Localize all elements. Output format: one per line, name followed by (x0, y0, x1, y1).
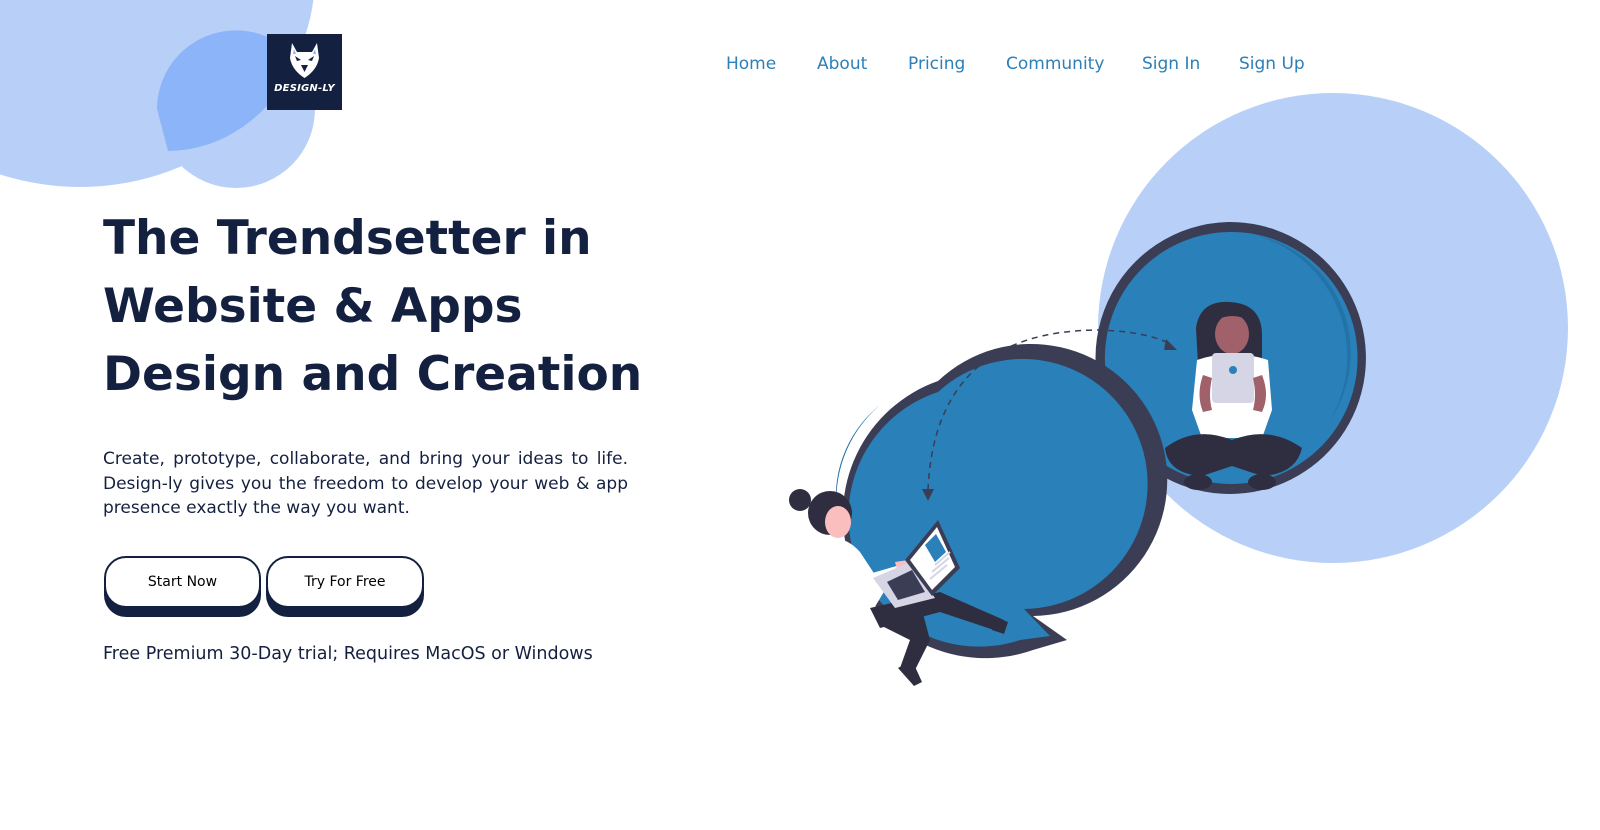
hero-title-line-3: Design and Creation (103, 347, 643, 402)
nav-home-link[interactable]: Home (726, 54, 776, 74)
trial-note: Free Premium 30-Day trial; Requires MacO… (103, 644, 593, 664)
nav-sign-in-link[interactable]: Sign In (1142, 54, 1200, 74)
people-chatting-illustration (789, 221, 1366, 686)
try-for-free-button[interactable]: Try For Free (266, 556, 424, 608)
nav-community-link[interactable]: Community (1006, 54, 1104, 74)
hero-title-line-2: Website & Apps (103, 279, 523, 334)
hero-title: The Trendsetter in Website & Apps Design… (103, 205, 743, 409)
main-navigation: Home About Pricing Community Sign In Sig… (0, 54, 1600, 80)
logo-wordmark: DESIGN-LY (274, 83, 335, 94)
start-now-button[interactable]: Start Now (104, 556, 261, 608)
nav-about-link[interactable]: About (817, 54, 867, 74)
nav-pricing-link[interactable]: Pricing (908, 54, 965, 74)
nav-sign-up-link[interactable]: Sign Up (1239, 54, 1305, 74)
hero-title-line-1: The Trendsetter in (103, 211, 592, 266)
hero-description: Create, prototype, collaborate, and brin… (103, 449, 628, 518)
